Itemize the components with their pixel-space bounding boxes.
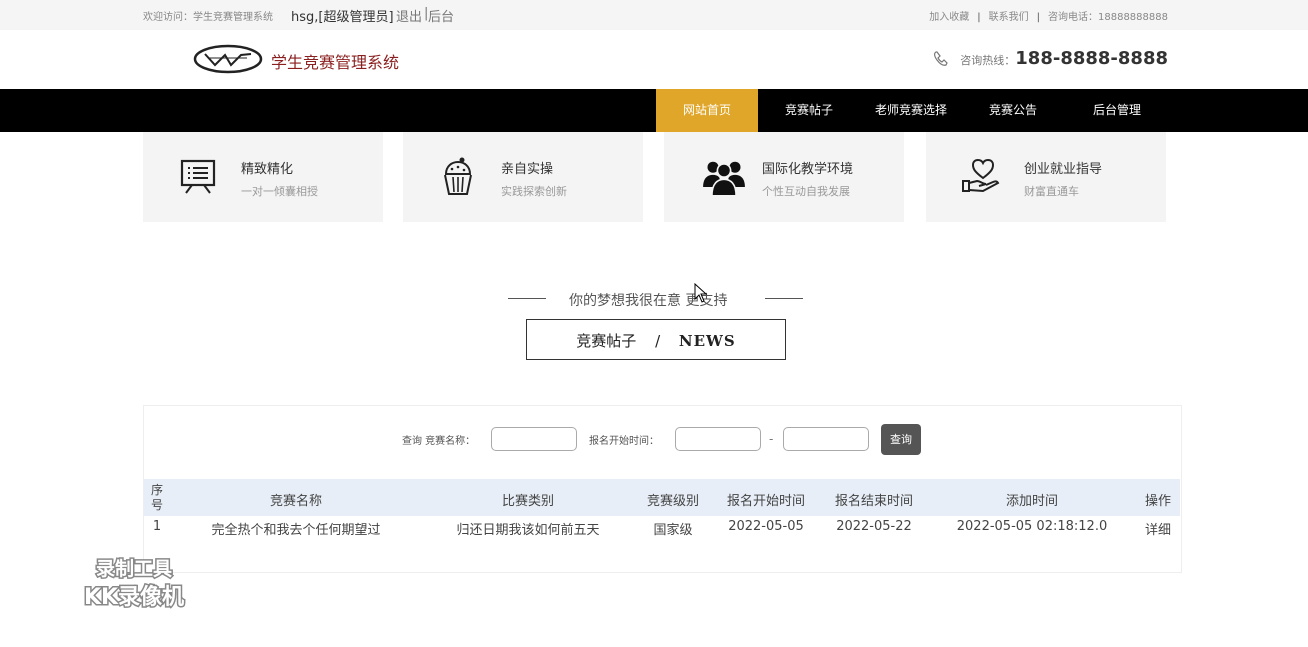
top-right-links: 加入收藏 | 联系我们 | 咨询电话：18888888888	[929, 12, 1168, 23]
cell-signup-start: 2022-05-05	[728, 519, 804, 534]
start-date-label: 报名开始时间：	[589, 436, 659, 447]
group-icon	[703, 161, 745, 197]
feature-subtitle: 实践探索创新	[501, 185, 567, 198]
feature-card: 亲自实操 实践探索创新	[403, 132, 643, 222]
recorder-watermark: 录制工具 KK录像机	[82, 556, 185, 610]
feature-title: 亲自实操	[501, 162, 554, 177]
heart-hand-icon	[962, 158, 1000, 193]
section-title: 竞赛帖子 / NEWS	[527, 330, 785, 351]
col-header-action: 操作	[1144, 494, 1171, 509]
feature-subtitle: 一对一倾囊相授	[241, 185, 318, 198]
date-range-dash: -	[769, 432, 774, 446]
presentation-icon	[180, 159, 216, 194]
logo-icon	[193, 44, 263, 74]
section-title-cn: 竞赛帖子	[576, 332, 637, 350]
main-nav: 网站首页 竞赛帖子 老师竞赛选择 竞赛公告 后台管理	[0, 89, 1308, 132]
admin-link[interactable]: 后台	[428, 6, 454, 25]
feature-subtitle: 个性互动自我发展	[762, 185, 850, 198]
col-header-signup-end: 报名结束时间	[834, 494, 913, 509]
search-button[interactable]: 查询	[881, 424, 921, 455]
cell-added-time: 2022-05-05 02:18:12.0	[956, 519, 1108, 534]
start-date-from-input[interactable]	[675, 427, 761, 451]
detail-link[interactable]: 详细	[1138, 519, 1178, 538]
top-bar: 欢迎访问：学生竞赛管理系统 hsg,[超级管理员] 退出 | 后台 加入收藏 | 联…	[0, 0, 1308, 30]
section-title-en: NEWS	[678, 332, 736, 350]
feature-card: 创业就业指导 财富直通车	[926, 132, 1166, 222]
hotline: 咨询热线：188-8888-8888	[934, 48, 1168, 69]
col-header-signup-start: 报名开始时间	[726, 494, 805, 509]
section-title-box: 竞赛帖子 / NEWS	[526, 319, 786, 360]
cell-index: 1	[152, 519, 162, 534]
feature-card: 国际化教学环境 个性互动自我发展	[664, 132, 904, 222]
watermark-line2: KK录像机	[84, 584, 184, 609]
logout-link[interactable]: 退出	[396, 6, 422, 25]
site-header: 学生竞赛管理系统 咨询热线：188-8888-8888	[0, 30, 1308, 89]
hotline-label: 咨询热线：	[960, 54, 1016, 67]
nav-teacher-selection[interactable]: 老师竞赛选择	[860, 89, 962, 132]
add-favorite-link[interactable]: 加入收藏	[929, 12, 969, 23]
nav-competition-posts[interactable]: 竞赛帖子	[758, 89, 860, 132]
name-search-input[interactable]	[491, 427, 577, 451]
watermark-line1: 录制工具	[96, 557, 172, 580]
cell-level: 国家级	[653, 523, 693, 538]
start-date-to-input[interactable]	[783, 427, 869, 451]
feature-row: 精致精化 一对一倾囊相授 亲自实操 实践探索创新 国际化教学环境 个性互动自我发…	[0, 132, 1308, 222]
feature-title: 国际化教学环境	[762, 162, 854, 177]
mouse-cursor-icon	[694, 283, 708, 303]
cell-signup-end: 2022-05-22	[836, 519, 912, 534]
nav-admin[interactable]: 后台管理	[1064, 89, 1170, 132]
cupcake-icon	[444, 157, 472, 195]
col-header-added: 添加时间	[1005, 494, 1058, 509]
phone-text: 咨询电话：18888888888	[1048, 12, 1168, 23]
slogan-left-line	[508, 298, 546, 299]
current-user: hsg,[超级管理员]	[291, 10, 394, 25]
feature-title: 创业就业指导	[1024, 162, 1103, 177]
hotline-number: 188-8888-8888	[1015, 48, 1168, 69]
slogan-right-line	[765, 298, 803, 299]
cell-category: 归还日期我该如何前五天	[456, 523, 600, 538]
site-name: 学生竞赛管理系统	[271, 53, 400, 72]
col-header-name: 竞赛名称	[269, 494, 322, 509]
nav-announcements[interactable]: 竞赛公告	[962, 89, 1064, 132]
phone-icon	[934, 51, 949, 66]
col-header-category: 比赛类别	[501, 494, 554, 509]
feature-title: 精致精化	[241, 162, 294, 177]
cell-name: 完全热个和我去个任何期望过	[211, 523, 381, 538]
feature-subtitle: 财富直通车	[1024, 185, 1079, 198]
welcome-text: 欢迎访问：学生竞赛管理系统	[143, 12, 273, 23]
feature-card: 精致精化 一对一倾囊相授	[143, 132, 383, 222]
contact-link[interactable]: 联系我们	[989, 12, 1029, 23]
col-header-index: 序号	[150, 483, 163, 512]
name-search-label: 查询 竞赛名称：	[402, 436, 476, 447]
section-divider: /	[655, 332, 661, 350]
nav-home[interactable]: 网站首页	[656, 89, 758, 132]
col-header-level: 竞赛级别	[646, 494, 699, 509]
